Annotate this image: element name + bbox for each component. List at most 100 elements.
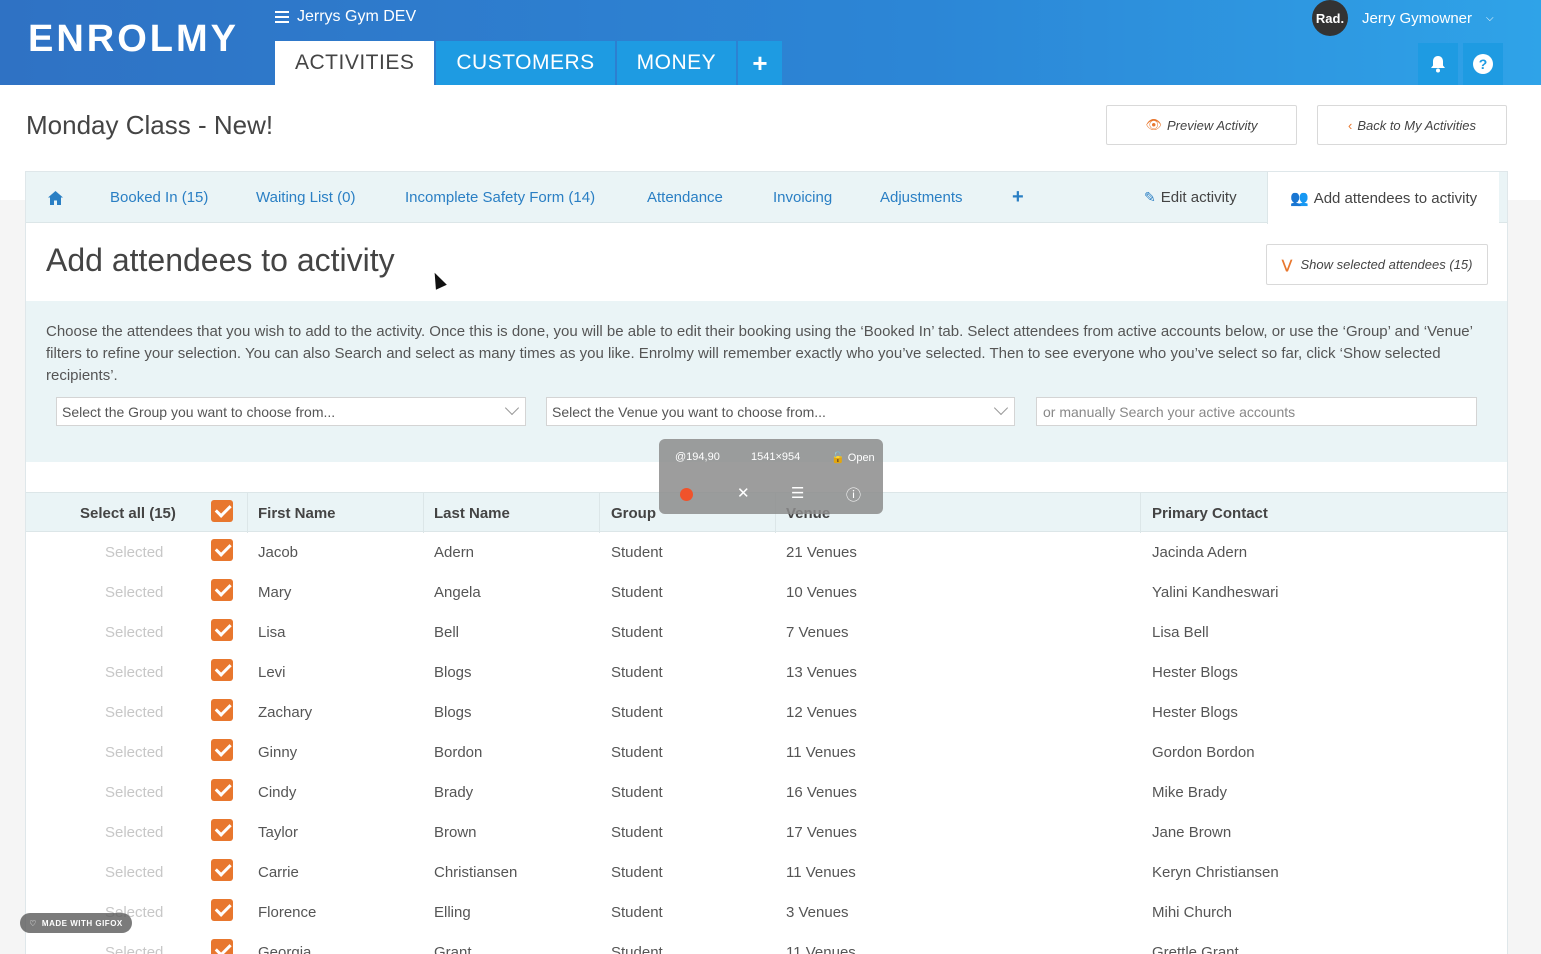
home-icon[interactable] — [48, 172, 63, 223]
table-row[interactable]: Selected Ginny Bordon Student 11 Venues Gordo… — [26, 732, 1507, 772]
column-last-name[interactable]: Last Name — [434, 493, 510, 533]
enrolmy-logo[interactable]: ENROLMY — [28, 18, 239, 61]
user-menu[interactable]: Rad. Jerry Gymowner ⌵ — [1312, 0, 1494, 36]
preview-activity-button[interactable]: 👁 Preview Activity — [1106, 105, 1297, 145]
tab-incomplete-safety-form[interactable]: Incomplete Safety Form (14) — [405, 172, 595, 223]
primary-contact-cell: Jane Brown — [1152, 823, 1232, 841]
show-selected-attendees-button[interactable]: ⋁ Show selected attendees (15) — [1266, 244, 1488, 285]
tab-adjustments[interactable]: Adjustments — [880, 172, 963, 223]
table-row[interactable]: Selected Cindy Brady Student 16 Venues Mike B… — [26, 772, 1507, 812]
venue-select-placeholder: Select the Venue you want to choose from… — [552, 403, 826, 420]
tab-activities[interactable]: ACTIVITIES — [275, 41, 435, 85]
help-icon[interactable]: ? — [1463, 43, 1503, 85]
avatar[interactable]: Rad. — [1312, 0, 1348, 36]
row-checkbox[interactable] — [211, 739, 233, 761]
show-selected-label: Show selected attendees (15) — [1300, 257, 1473, 272]
primary-contact-cell: Yalini Kandheswari — [1152, 583, 1279, 601]
venue-cell: 11 Venues — [786, 863, 856, 881]
gym-switcher[interactable]: Jerrys Gym DEV — [275, 8, 416, 26]
select-all-label[interactable]: Select all (15) — [80, 493, 176, 533]
table-row[interactable]: Selected Taylor Brown Student 17 Venues Jane … — [26, 812, 1507, 852]
column-primary-contact[interactable]: Primary Contact — [1152, 493, 1268, 533]
group-select-placeholder: Select the Group you want to choose from… — [62, 403, 336, 420]
first-name-cell: Jacob — [258, 543, 299, 561]
venue-select[interactable]: Select the Venue you want to choose from… — [546, 397, 1015, 426]
row-checkbox[interactable] — [211, 539, 233, 561]
back-to-activities-button[interactable]: ‹ Back to My Activities — [1317, 105, 1507, 145]
gifox-watermark: ♡ MADE WITH GIFOX — [20, 913, 132, 933]
table-row[interactable]: Selected Jacob Adern Student 21 Venues Jacind… — [26, 532, 1507, 572]
group-cell: Student — [611, 783, 663, 801]
tab-money[interactable]: MONEY — [616, 41, 737, 85]
table-row[interactable]: Selected Lisa Bell Student 7 Venues Lisa Bell — [26, 612, 1507, 652]
row-checkbox[interactable] — [211, 659, 233, 681]
row-checkbox[interactable] — [211, 939, 233, 954]
chevron-down-icon — [993, 400, 1009, 416]
table-row[interactable]: Selected Mary Angela Student 10 Venues Yalini… — [26, 572, 1507, 612]
search-input[interactable] — [1036, 397, 1477, 426]
help-icon[interactable]: ⓘ — [846, 484, 861, 505]
table-row[interactable]: Selected Levi Blogs Student 13 Venues Hester … — [26, 652, 1507, 692]
table-row[interactable]: Selected Carrie Christiansen Student 11 Venu… — [26, 852, 1507, 892]
primary-contact-cell: Lisa Bell — [1152, 623, 1209, 641]
edit-activity-label: Edit activity — [1160, 189, 1237, 206]
settings-sliders-icon[interactable]: ☰ — [791, 484, 804, 502]
table-row[interactable]: Selected Florence Elling Student 3 Venues Mih… — [26, 892, 1507, 932]
close-icon[interactable]: ✕ — [737, 484, 750, 502]
tab-booked-in[interactable]: Booked In (15) — [110, 172, 208, 223]
first-name-cell: Florence — [258, 903, 317, 921]
row-checkbox[interactable] — [211, 899, 233, 921]
chevron-down-icon[interactable]: ⌵ — [1486, 13, 1494, 24]
menu-icon[interactable] — [275, 11, 289, 23]
row-checkbox[interactable] — [211, 859, 233, 881]
recorder-size: 1541×954 — [751, 451, 801, 463]
first-name-cell: Cindy — [258, 783, 297, 801]
venue-cell: 21 Venues — [786, 543, 857, 561]
screen-recorder-overlay: @194,90 1541×954 🔓 Open ✕ ☰ ⓘ — [659, 439, 883, 514]
chevron-down-icon — [504, 400, 520, 416]
first-name-cell: Georgia — [258, 943, 312, 954]
edit-activity-tab[interactable]: ✎ Edit activity — [1144, 172, 1237, 223]
tab-attendance[interactable]: Attendance — [647, 172, 723, 223]
group-select[interactable]: Select the Group you want to choose from… — [56, 397, 526, 426]
add-tab-button[interactable]: + — [738, 41, 783, 85]
row-checkbox[interactable] — [211, 779, 233, 801]
user-name[interactable]: Jerry Gymowner — [1362, 10, 1472, 27]
tab-customers[interactable]: CUSTOMERS — [436, 41, 615, 85]
primary-contact-cell: Mike Brady — [1152, 783, 1228, 801]
column-group[interactable]: Group — [611, 493, 656, 533]
page-title: Monday Class - New! — [26, 110, 274, 140]
column-first-name[interactable]: First Name — [258, 493, 336, 533]
venue-cell: 13 Venues — [786, 663, 857, 681]
bell-icon[interactable] — [1418, 43, 1458, 85]
select-all-checkbox[interactable] — [211, 500, 233, 522]
row-checkbox[interactable] — [211, 579, 233, 601]
add-attendees-tab[interactable]: 👥 Add attendees to activity — [1267, 172, 1500, 224]
row-checkbox[interactable] — [211, 699, 233, 721]
recorder-position: @194,90 — [675, 451, 720, 463]
record-icon[interactable] — [680, 488, 693, 501]
row-checkbox[interactable] — [211, 619, 233, 641]
tab-invoicing[interactable]: Invoicing — [773, 172, 832, 223]
group-cell: Student — [611, 623, 663, 641]
group-cell: Student — [611, 943, 663, 954]
row-checkbox[interactable] — [211, 819, 233, 841]
first-name-cell: Taylor — [258, 823, 299, 841]
selected-status: Selected — [105, 663, 164, 681]
group-cell: Student — [611, 863, 663, 881]
venue-cell: 17 Venues — [786, 823, 857, 841]
svg-text:?: ? — [1479, 56, 1488, 72]
add-tab-plus-icon[interactable]: + — [1012, 172, 1024, 223]
selected-status: Selected — [105, 863, 164, 881]
activity-card: Booked In (15) Waiting List (0) Incomple… — [25, 171, 1508, 954]
main-nav-tabs: ACTIVITIES CUSTOMERS MONEY + — [275, 41, 784, 85]
back-to-activities-label: Back to My Activities — [1357, 117, 1477, 133]
table-row[interactable]: Selected Georgia Grant Student 11 Venues Gret… — [26, 932, 1507, 954]
tab-waiting-list[interactable]: Waiting List (0) — [256, 172, 355, 223]
selected-status: Selected — [105, 783, 164, 801]
last-name-cell: Grant — [434, 943, 472, 954]
table-row[interactable]: Selected Zachary Blogs Student 12 Venues Hest… — [26, 692, 1507, 732]
filter-panel: Choose the attendees that you wish to ad… — [26, 301, 1507, 462]
venue-cell: 11 Venues — [786, 743, 856, 761]
last-name-cell: Blogs — [434, 663, 472, 681]
